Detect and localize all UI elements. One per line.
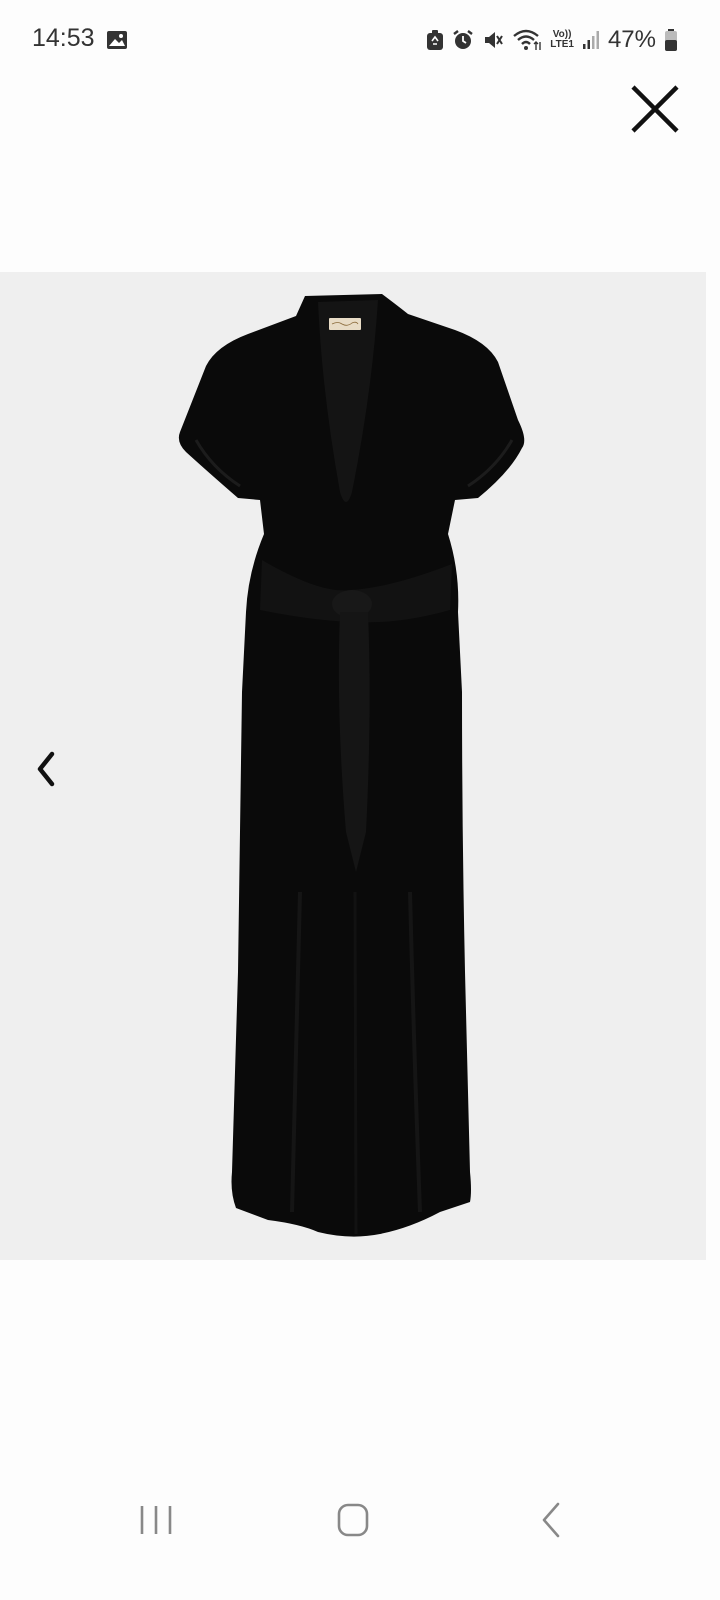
- close-button[interactable]: [628, 82, 682, 136]
- home-icon: [337, 1503, 369, 1537]
- recycle-icon: [427, 30, 444, 50]
- battery-percent: 47%: [607, 26, 656, 53]
- home-button[interactable]: [323, 1498, 383, 1542]
- signal-icon: [582, 31, 599, 49]
- status-bar: 14:53 Vo)) LTE1 47%: [0, 0, 720, 80]
- back-button[interactable]: [522, 1498, 582, 1542]
- dress-illustration: [178, 294, 525, 1237]
- system-nav-bar: [0, 1480, 720, 1560]
- back-icon: [542, 1502, 560, 1538]
- alarm-icon: [453, 30, 473, 49]
- product-image: [178, 294, 525, 1237]
- recent-apps-icon: [140, 1506, 172, 1534]
- lte-label: LTE1: [550, 39, 574, 50]
- wifi-icon: [513, 29, 541, 50]
- volte-indicator: Vo)) LTE1: [550, 28, 574, 52]
- previous-image-button[interactable]: [30, 748, 64, 790]
- image-viewer[interactable]: [0, 272, 706, 1260]
- status-icons: Vo)) LTE1 47%: [426, 24, 678, 56]
- gallery-icon: [107, 31, 127, 49]
- mute-icon: [485, 32, 504, 48]
- recent-apps-button[interactable]: [126, 1498, 186, 1542]
- battery-icon: [665, 29, 677, 51]
- close-icon: [631, 85, 679, 133]
- chevron-left-icon: [37, 751, 55, 787]
- status-time: 14:53: [32, 24, 95, 52]
